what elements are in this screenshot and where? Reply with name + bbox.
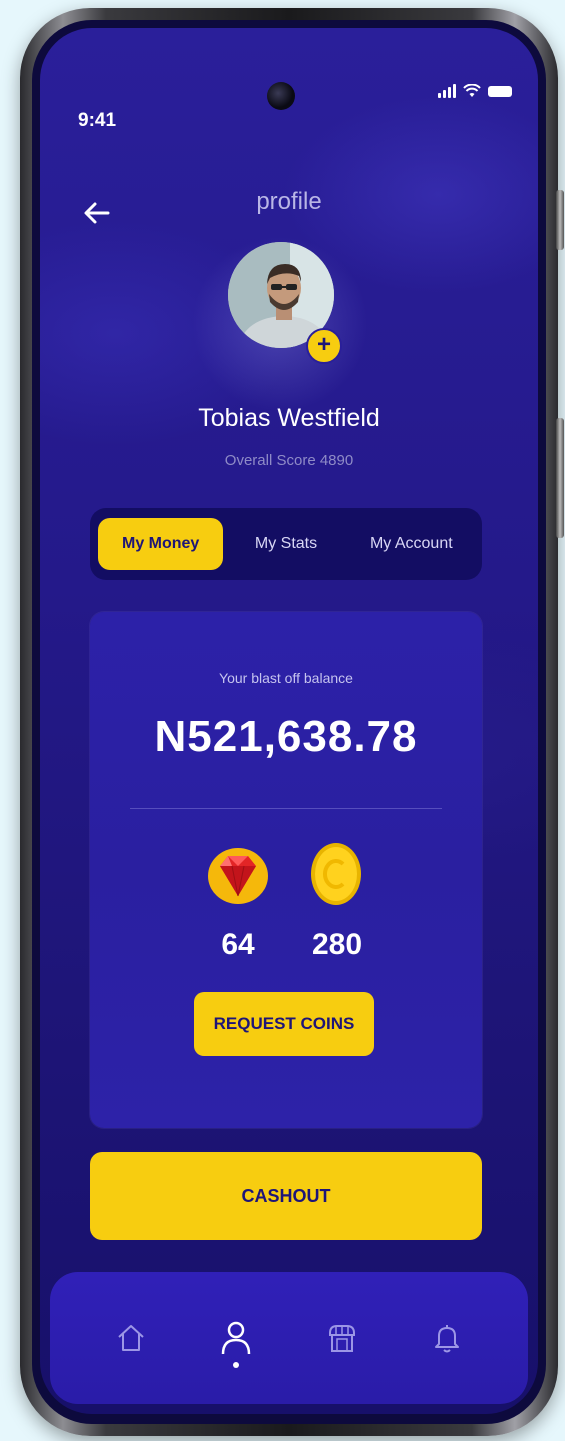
tab-my-account[interactable]: My Account — [349, 518, 474, 570]
tab-my-money[interactable]: My Money — [98, 518, 224, 570]
phone-frame: 9:41 profile + Tobias Westfield Overall … — [20, 8, 564, 1436]
bell-icon — [435, 1325, 460, 1353]
wifi-icon — [463, 84, 481, 97]
cashout-button[interactable]: CASHOUT — [90, 1152, 482, 1240]
balance-label: Your blast off balance — [219, 670, 353, 686]
request-coins-button[interactable]: REQUEST COINS — [194, 992, 374, 1056]
balance-card: Your blast off balance N521,638.78 64 28… — [90, 612, 482, 1128]
balance-divider — [130, 808, 442, 809]
gem-count: 64 — [221, 928, 255, 961]
app-screen: 9:41 profile + Tobias Westfield Overall … — [40, 28, 538, 1414]
active-indicator — [233, 1362, 240, 1368]
profile-icon — [222, 1321, 251, 1355]
user-name: Tobias Westfield — [198, 404, 380, 432]
battery-icon — [488, 85, 512, 97]
signal-icon — [438, 84, 456, 98]
nav-profile[interactable] — [206, 1298, 266, 1378]
status-icons — [438, 84, 512, 98]
profile-tabs: My Money My Stats My Account — [90, 508, 482, 580]
status-time: 9:41 — [78, 110, 117, 131]
coin-icon — [311, 843, 361, 905]
nav-store[interactable] — [312, 1298, 372, 1378]
screen: 9:41 profile + Tobias Westfield Overall … — [32, 20, 546, 1424]
tab-my-stats[interactable]: My Stats — [223, 518, 348, 570]
balance-amount: N521,638.78 — [154, 712, 418, 761]
volume-button — [556, 190, 564, 250]
coin-count: 280 — [311, 928, 363, 961]
overall-score: Overall Score 4890 — [224, 452, 354, 469]
power-button — [556, 418, 564, 538]
store-icon — [328, 1325, 355, 1352]
nav-notifications[interactable] — [417, 1298, 477, 1378]
add-photo-button[interactable]: + — [306, 328, 342, 364]
front-camera — [267, 82, 295, 110]
bottom-nav — [50, 1272, 528, 1404]
gem-icon — [208, 848, 268, 904]
page-title: profile — [256, 188, 322, 215]
nav-home[interactable] — [101, 1298, 161, 1378]
home-icon — [118, 1325, 144, 1351]
